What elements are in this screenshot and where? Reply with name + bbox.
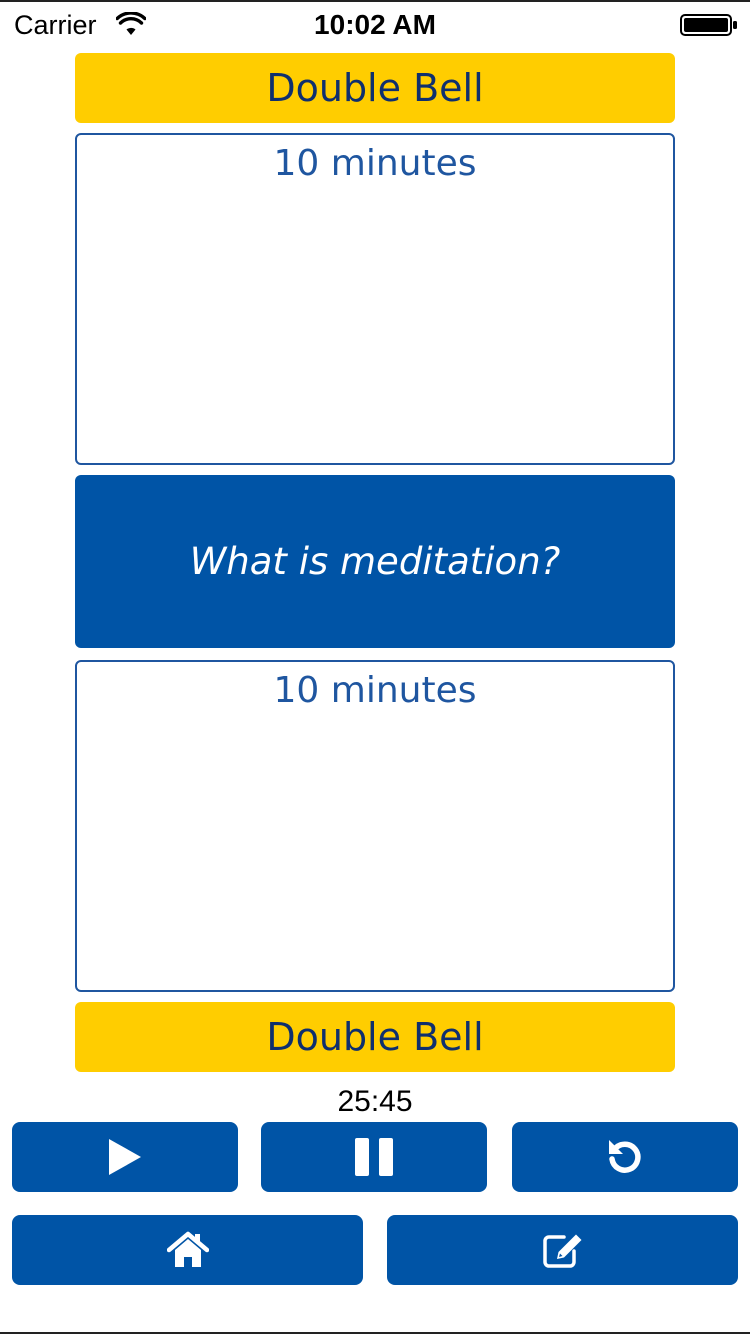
edit-icon [542,1234,581,1268]
edit-button[interactable] [387,1215,738,1285]
second-timer-segment[interactable]: 10 minutes [75,660,675,992]
reset-button[interactable] [512,1122,738,1192]
first-timer-segment[interactable]: 10 minutes [75,133,675,465]
pause-button[interactable] [261,1122,487,1192]
first-timer-label: 10 minutes [273,143,477,184]
pause-icon [355,1138,393,1176]
battery-full-icon [680,14,737,36]
reset-icon [609,1140,641,1173]
top-bell-label: Double Bell [266,66,484,110]
status-time: 10:02 AM [314,9,436,40]
second-timer-label: 10 minutes [273,670,477,711]
play-button[interactable] [12,1122,238,1192]
home-button[interactable] [12,1215,363,1285]
bottom-bell-label: Double Bell [266,1015,484,1059]
home-icon [166,1231,209,1267]
top-bell-segment[interactable]: Double Bell [75,53,675,123]
status-bar: Carrier 10:02 AM [0,0,750,50]
play-icon [109,1139,141,1175]
question-segment[interactable]: What is meditation? [75,475,675,648]
bottom-bell-segment[interactable]: Double Bell [75,1002,675,1072]
question-label: What is meditation? [189,540,561,583]
countdown-timer: 25:45 [337,1085,413,1118]
